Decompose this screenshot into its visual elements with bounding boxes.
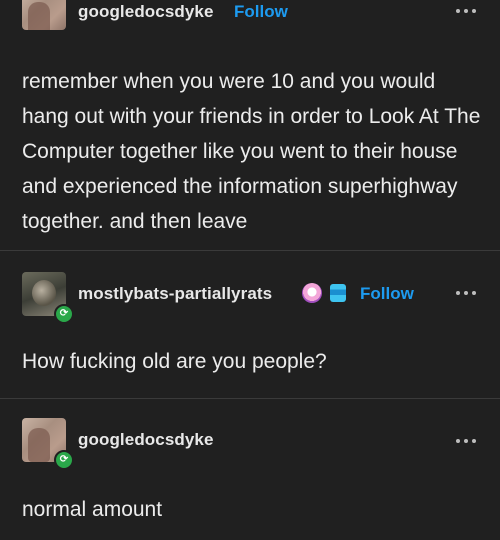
post-username[interactable]: googledocsdyke	[78, 430, 214, 450]
follow-button[interactable]: Follow	[234, 2, 288, 22]
post-reblog: ⟳ mostlybats-partiallyrats Follow How fu…	[0, 250, 500, 398]
post-reblog: ⟳ googledocsdyke normal amount	[0, 398, 500, 540]
follow-button[interactable]: Follow	[360, 284, 414, 304]
more-options-icon[interactable]	[456, 8, 476, 14]
post-body: remember when you were 10 and you would …	[22, 70, 481, 233]
avatar[interactable]	[22, 0, 66, 30]
more-options-icon[interactable]	[456, 290, 476, 296]
post-username[interactable]: googledocsdyke	[78, 2, 214, 22]
blog-badge-icon[interactable]	[330, 284, 346, 302]
post-original: googledocsdyke Follow remember when you …	[0, 0, 500, 250]
post-body: normal amount	[22, 498, 163, 521]
post-username[interactable]: mostlybats-partiallyrats	[78, 284, 272, 304]
post-body: How fucking old are you people?	[22, 350, 327, 373]
reblog-icon: ⟳	[54, 304, 74, 324]
reblog-icon: ⟳	[54, 450, 74, 470]
blog-badge-icon[interactable]	[302, 283, 322, 303]
more-options-icon[interactable]	[456, 438, 476, 444]
